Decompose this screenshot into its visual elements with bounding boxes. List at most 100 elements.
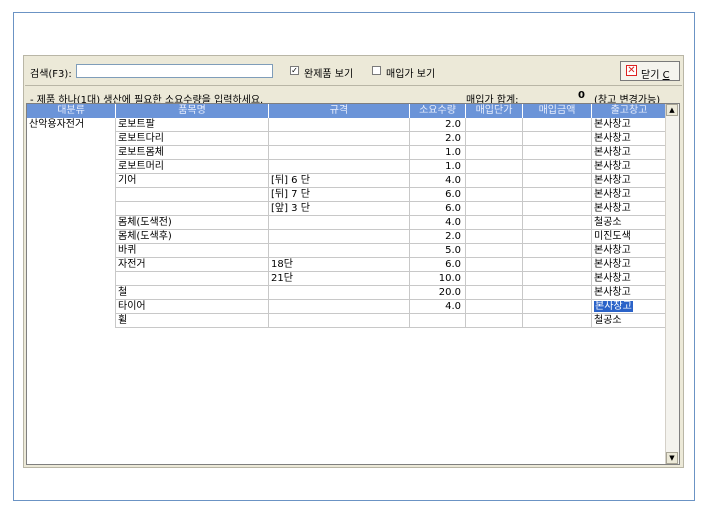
table-row[interactable]: 로보트머리 1.0 본사창고 bbox=[27, 160, 667, 174]
cell-spec[interactable]: [뒤] 6 단 bbox=[269, 174, 410, 188]
cell-spec[interactable] bbox=[269, 314, 410, 328]
table-row[interactable]: 로보트다리 2.0 본사창고 bbox=[27, 132, 667, 146]
cell-warehouse[interactable]: 본사창고 bbox=[592, 132, 667, 146]
cell-unit-price[interactable] bbox=[466, 174, 523, 188]
cell-unit-price[interactable] bbox=[466, 272, 523, 286]
table-row[interactable]: 로보트몸체 1.0 본사창고 bbox=[27, 146, 667, 160]
cell-category[interactable] bbox=[27, 300, 116, 314]
cell-warehouse[interactable]: 본사창고 bbox=[592, 118, 667, 132]
close-button[interactable]: ✕ 닫기 C bbox=[620, 61, 680, 81]
cell-amount[interactable] bbox=[523, 286, 592, 300]
table-row[interactable]: 기어 [뒤] 6 단 4.0 본사창고 bbox=[27, 174, 667, 188]
cell-category[interactable] bbox=[27, 244, 116, 258]
table-row[interactable]: 산악용자전거 로보트팔 2.0 본사창고 bbox=[27, 118, 667, 132]
cell-amount[interactable] bbox=[523, 230, 592, 244]
cell-item[interactable]: 휠 bbox=[116, 314, 269, 328]
cell-qty[interactable]: 4.0 bbox=[410, 174, 466, 188]
cell-item[interactable] bbox=[116, 272, 269, 286]
cell-qty[interactable]: 4.0 bbox=[410, 300, 466, 314]
cell-qty[interactable]: 2.0 bbox=[410, 230, 466, 244]
cell-spec[interactable] bbox=[269, 244, 410, 258]
cell-category[interactable] bbox=[27, 286, 116, 300]
table-row[interactable]: 몸체(도색후) 2.0 미진도색 bbox=[27, 230, 667, 244]
cell-warehouse[interactable]: 본사창고 bbox=[592, 188, 667, 202]
table-row[interactable]: [앞] 3 단 6.0 본사창고 bbox=[27, 202, 667, 216]
cell-unit-price[interactable] bbox=[466, 258, 523, 272]
cell-category[interactable] bbox=[27, 314, 116, 328]
cell-unit-price[interactable] bbox=[466, 132, 523, 146]
cell-warehouse[interactable]: 본사창고 bbox=[592, 300, 667, 314]
cell-unit-price[interactable] bbox=[466, 314, 523, 328]
cell-qty[interactable]: 2.0 bbox=[410, 118, 466, 132]
cell-item[interactable]: 로보트팔 bbox=[116, 118, 269, 132]
cell-amount[interactable] bbox=[523, 244, 592, 258]
cell-unit-price[interactable] bbox=[466, 300, 523, 314]
cell-spec[interactable] bbox=[269, 118, 410, 132]
table-row[interactable]: 휠 철공소 bbox=[27, 314, 667, 328]
cell-category[interactable]: 산악용자전거 bbox=[27, 118, 116, 132]
cell-unit-price[interactable] bbox=[466, 188, 523, 202]
cell-warehouse[interactable]: 본사창고 bbox=[592, 286, 667, 300]
cell-amount[interactable] bbox=[523, 188, 592, 202]
cell-warehouse[interactable]: 본사창고 bbox=[592, 160, 667, 174]
cell-qty[interactable]: 10.0 bbox=[410, 272, 466, 286]
cell-spec[interactable]: [뒤] 7 단 bbox=[269, 188, 410, 202]
cell-unit-price[interactable] bbox=[466, 216, 523, 230]
table-row[interactable]: 철 20.0 본사창고 bbox=[27, 286, 667, 300]
cell-item[interactable]: 몸체(도색전) bbox=[116, 216, 269, 230]
cell-warehouse[interactable]: 본사창고 bbox=[592, 202, 667, 216]
cell-warehouse[interactable]: 본사창고 bbox=[592, 174, 667, 188]
header-col-item[interactable]: 품목명 bbox=[116, 104, 269, 118]
cell-qty[interactable]: 2.0 bbox=[410, 132, 466, 146]
cell-spec[interactable] bbox=[269, 230, 410, 244]
cell-item[interactable]: 로보트다리 bbox=[116, 132, 269, 146]
cell-warehouse[interactable]: 본사창고 bbox=[592, 258, 667, 272]
cell-qty[interactable]: 6.0 bbox=[410, 188, 466, 202]
header-col-warehouse[interactable]: 출고창고 bbox=[592, 104, 667, 118]
cell-unit-price[interactable] bbox=[466, 202, 523, 216]
cell-amount[interactable] bbox=[523, 174, 592, 188]
cell-warehouse[interactable]: 본사창고 bbox=[592, 244, 667, 258]
cell-item[interactable]: 로보트머리 bbox=[116, 160, 269, 174]
cell-amount[interactable] bbox=[523, 258, 592, 272]
cell-amount[interactable] bbox=[523, 146, 592, 160]
cell-spec[interactable] bbox=[269, 160, 410, 174]
cell-unit-price[interactable] bbox=[466, 118, 523, 132]
cell-spec[interactable]: 18단 bbox=[269, 258, 410, 272]
cell-amount[interactable] bbox=[523, 314, 592, 328]
cell-category[interactable] bbox=[27, 174, 116, 188]
header-col-amount[interactable]: 매입금액 bbox=[523, 104, 592, 118]
cell-unit-price[interactable] bbox=[466, 244, 523, 258]
cell-category[interactable] bbox=[27, 160, 116, 174]
cell-category[interactable] bbox=[27, 202, 116, 216]
cell-amount[interactable] bbox=[523, 132, 592, 146]
cell-qty[interactable]: 20.0 bbox=[410, 286, 466, 300]
cell-item[interactable]: 로보트몸체 bbox=[116, 146, 269, 160]
cell-spec[interactable] bbox=[269, 300, 410, 314]
cell-spec[interactable] bbox=[269, 146, 410, 160]
search-input[interactable] bbox=[76, 64, 273, 78]
cell-spec[interactable] bbox=[269, 286, 410, 300]
cell-category[interactable] bbox=[27, 132, 116, 146]
cell-spec[interactable]: 21단 bbox=[269, 272, 410, 286]
bom-grid[interactable]: 대분류 품목명 규격 소요수량 매입단가 매입금액 출고창고 산악용자전거 로보트팔 2.0 본사… bbox=[26, 103, 680, 465]
cell-item[interactable]: 기어 bbox=[116, 174, 269, 188]
cell-category[interactable] bbox=[27, 146, 116, 160]
cell-category[interactable] bbox=[27, 216, 116, 230]
table-row[interactable]: 자전거 18단 6.0 본사창고 bbox=[27, 258, 667, 272]
cell-unit-price[interactable] bbox=[466, 286, 523, 300]
cell-qty[interactable]: 1.0 bbox=[410, 160, 466, 174]
header-col-qty[interactable]: 소요수량 bbox=[410, 104, 466, 118]
cell-qty[interactable]: 1.0 bbox=[410, 146, 466, 160]
cell-amount[interactable] bbox=[523, 216, 592, 230]
selected-warehouse-text[interactable]: 본사창고 bbox=[594, 301, 633, 312]
table-row[interactable]: 타이어 4.0 본사창고 bbox=[27, 300, 667, 314]
cell-amount[interactable] bbox=[523, 118, 592, 132]
cell-category[interactable] bbox=[27, 258, 116, 272]
cell-spec[interactable] bbox=[269, 132, 410, 146]
cell-item[interactable] bbox=[116, 202, 269, 216]
table-row[interactable]: [뒤] 7 단 6.0 본사창고 bbox=[27, 188, 667, 202]
cell-spec[interactable] bbox=[269, 216, 410, 230]
cell-item[interactable]: 철 bbox=[116, 286, 269, 300]
cell-amount[interactable] bbox=[523, 272, 592, 286]
